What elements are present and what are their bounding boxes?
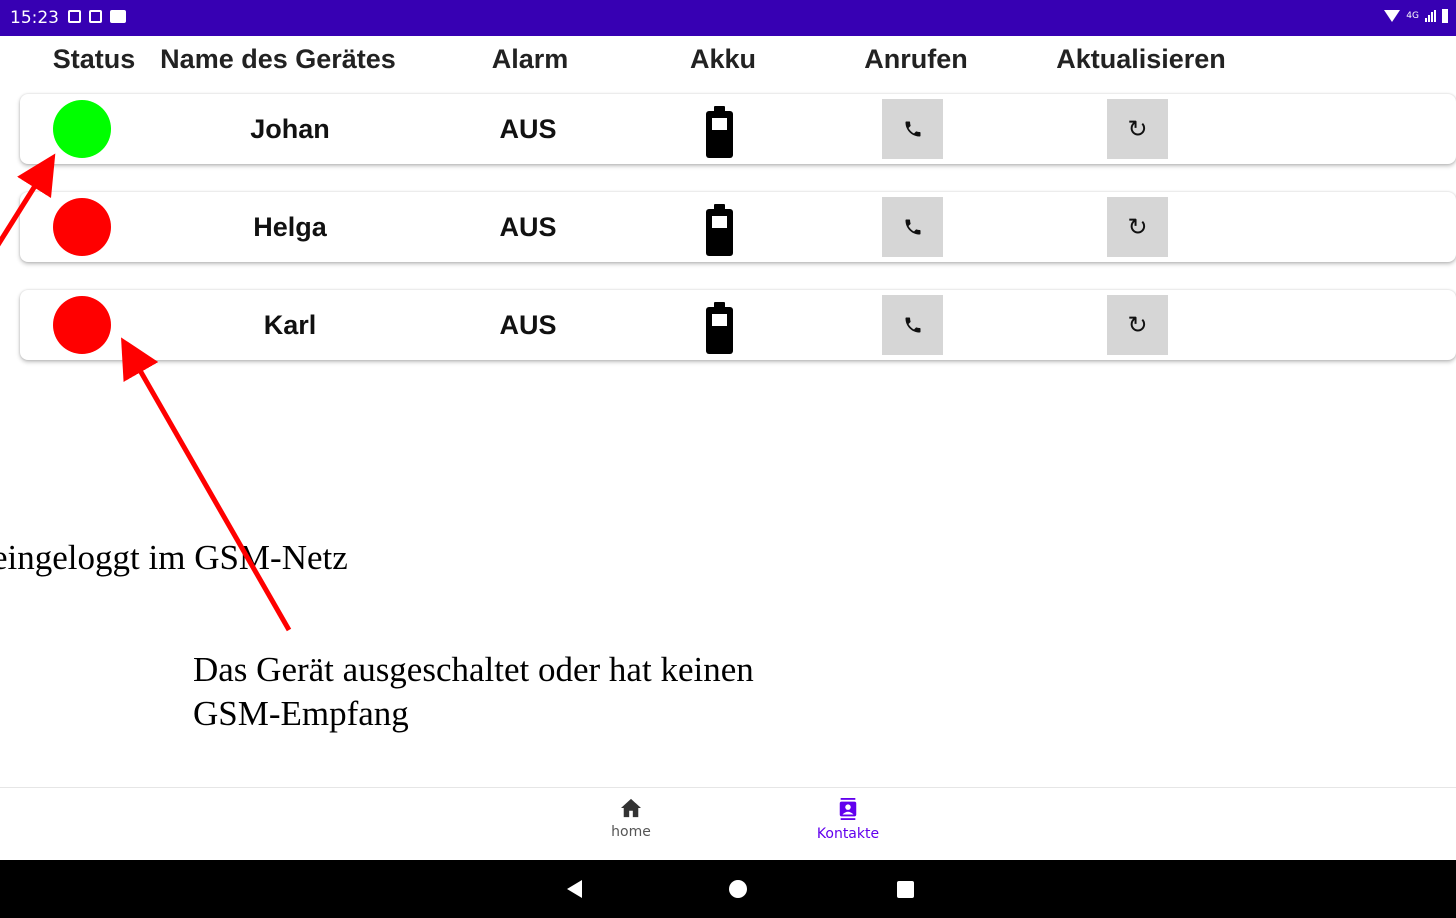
battery-icon — [706, 204, 733, 256]
status-indicator — [53, 100, 111, 158]
header-status: Status — [52, 44, 136, 74]
refresh-icon: ↻ — [1127, 311, 1148, 339]
refresh-icon: ↻ — [1127, 115, 1148, 143]
notification-icon — [68, 10, 81, 23]
device-name: Helga — [253, 212, 327, 242]
refresh-button[interactable]: ↻ — [1107, 197, 1168, 257]
nav-home-label: home — [611, 824, 651, 840]
alarm-state: AUS — [499, 212, 557, 242]
call-button[interactable] — [882, 295, 943, 355]
notification-icon — [89, 10, 102, 23]
phone-icon — [905, 317, 920, 333]
system-icons: 4G — [1384, 9, 1448, 23]
status-time: 15:23 — [10, 8, 59, 28]
refresh-button[interactable]: ↻ — [1107, 295, 1168, 355]
header-name: Name des Gerätes — [160, 44, 396, 74]
alarm-state: AUS — [499, 310, 557, 340]
bottom-navigation: home Kontakte — [0, 787, 1456, 861]
device-name: Johan — [250, 114, 330, 144]
recent-apps-icon[interactable] — [897, 881, 914, 898]
system-navigation-bar — [0, 860, 1456, 918]
nav-kontakte-label: Kontakte — [816, 826, 880, 842]
signal-icon — [1425, 10, 1436, 22]
arrow-offline — [121, 337, 292, 632]
battery-icon — [706, 302, 733, 354]
home-circle-icon[interactable] — [729, 880, 747, 898]
nav-kontakte[interactable]: Kontakte — [788, 798, 908, 842]
contacts-icon — [839, 798, 857, 820]
device-row: Karl AUS ↻ — [20, 290, 1456, 360]
device-name: Karl — [263, 310, 317, 340]
annotation-online: eingeloggt im GSM-Netz — [0, 538, 348, 577]
device-row: Johan AUS ↻ — [20, 94, 1456, 164]
wifi-icon — [1384, 10, 1401, 22]
phone-icon — [905, 121, 920, 137]
table-header: Status Name des Gerätes Alarm Akku Anruf… — [0, 40, 1456, 80]
nav-home[interactable]: home — [571, 798, 691, 840]
battery-status-icon — [1442, 9, 1448, 23]
image-notification-icon — [110, 10, 126, 23]
device-row: Helga AUS ↻ — [20, 192, 1456, 262]
call-button[interactable] — [882, 197, 943, 257]
annotation-offline-line1: Das Gerät ausgeschaltet oder hat keinen — [193, 650, 754, 689]
annotation-offline-line2: GSM-Empfang — [193, 694, 409, 733]
status-bar: 15:23 4G — [0, 0, 1456, 36]
status-indicator — [53, 296, 111, 354]
header-akku: Akku — [689, 44, 757, 74]
refresh-button[interactable]: ↻ — [1107, 99, 1168, 159]
phone-icon — [905, 219, 920, 235]
network-type: 4G — [1406, 11, 1419, 21]
status-indicator — [53, 198, 111, 256]
home-icon — [621, 798, 641, 818]
header-anrufen: Anrufen — [864, 44, 968, 74]
alarm-state: AUS — [499, 114, 557, 144]
battery-icon — [706, 106, 733, 158]
back-icon[interactable] — [567, 880, 582, 898]
refresh-icon: ↻ — [1127, 213, 1148, 241]
header-aktualisieren: Aktualisieren — [1056, 44, 1226, 74]
notification-icons — [68, 10, 126, 23]
header-alarm: Alarm — [491, 44, 569, 74]
call-button[interactable] — [882, 99, 943, 159]
